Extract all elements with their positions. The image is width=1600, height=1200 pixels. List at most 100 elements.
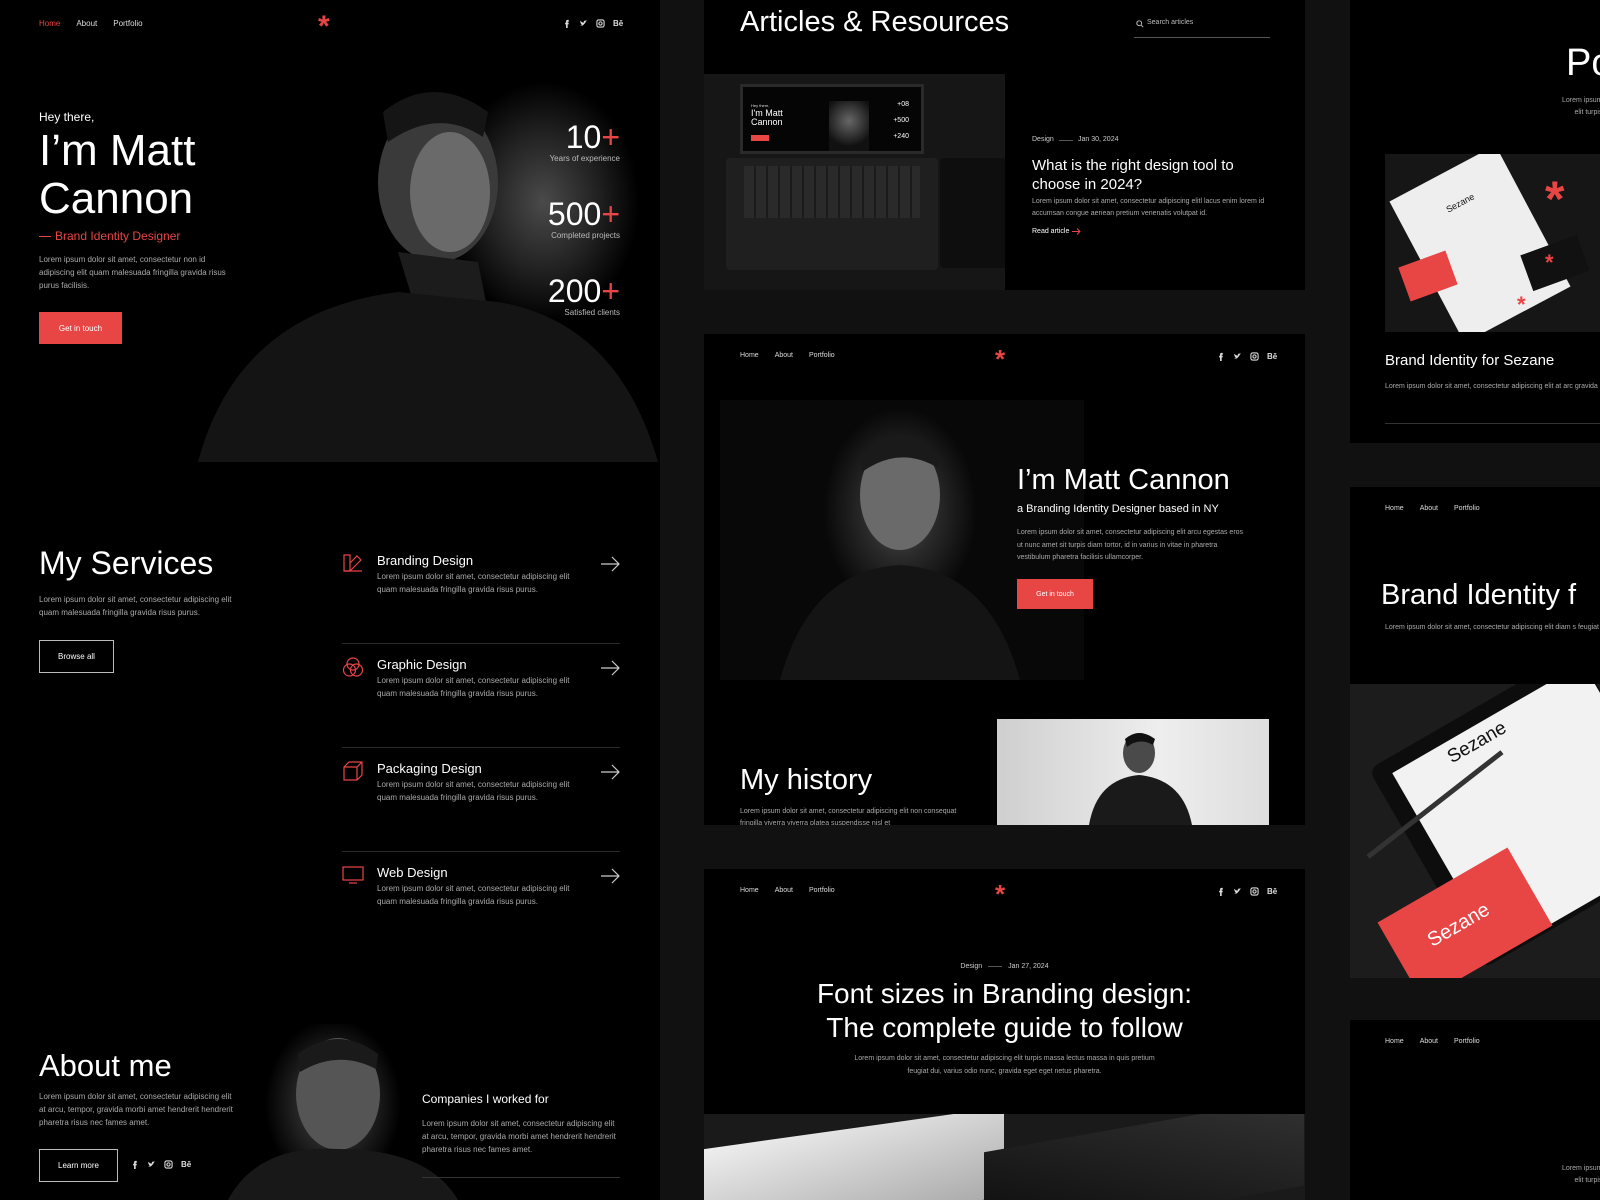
sezane-clipboard-image: Sezane Sezane [1350, 684, 1600, 978]
service-packaging[interactable]: Packaging Design Lorem ipsum dolor sit a… [342, 748, 620, 852]
search-box[interactable]: Search articles [1134, 16, 1270, 38]
article-page-tag: Design [960, 963, 983, 970]
articles-title: Articles & Resources [740, 6, 1010, 38]
behance-icon[interactable]: Bē [613, 19, 623, 28]
about-page-text: Lorem ipsum dolor sit amet, consectetur … [1017, 529, 1244, 561]
facebook-icon[interactable] [130, 1160, 139, 1169]
portrait-silhouette [198, 92, 658, 462]
twitter-icon[interactable] [147, 1160, 156, 1169]
home-nav: Home About Portfolio [39, 19, 143, 28]
arrow-right-icon[interactable] [600, 764, 620, 780]
instagram-icon[interactable] [596, 19, 605, 28]
nav-home[interactable]: Home [1385, 505, 1404, 512]
arrow-right-icon [1072, 228, 1082, 235]
sezane-card-title[interactable]: Brand Identity for Sezane [1385, 352, 1554, 369]
service-web[interactable]: Web Design Lorem ipsum dolor sit amet, c… [342, 852, 620, 956]
portfolio-title: Po [1566, 42, 1600, 84]
article-page-meta: Design Jan 27, 2024 [704, 963, 1305, 970]
case-study-title: Brand Identity f [1381, 579, 1577, 611]
case-study-text: Lorem ipsum dolor sit amet, consectetur … [1385, 624, 1600, 631]
about-page-nav: Home About Portfolio [740, 352, 835, 359]
article-page-title-line1: Font sizes in Branding design: [816, 978, 1193, 1009]
portfolio-intro: Lorem ipsum elit turpis [1562, 97, 1600, 116]
article-cover-laptop: Hey there, I'm Matt Cannon +08 +500 +240 [704, 74, 1005, 290]
behance-icon[interactable]: Bē [1267, 352, 1277, 361]
nav-home[interactable]: Home [740, 352, 759, 359]
instagram-icon[interactable] [1250, 352, 1259, 361]
behance-icon[interactable]: Bē [181, 1160, 191, 1169]
branding-icon [343, 554, 362, 572]
article-tag: Design [1032, 136, 1054, 143]
portfolio-panel: Po Lorem ipsum elit turpis Sezane * * * … [1350, 0, 1600, 443]
get-in-touch-button[interactable]: Get in touch [1017, 579, 1093, 609]
about-text: Lorem ipsum dolor sit amet, consectetur … [39, 1092, 233, 1127]
facebook-icon[interactable] [1216, 352, 1225, 361]
companies-title: Companies I worked for [422, 1092, 549, 1106]
case-study-panel: Home About Portfolio Brand Identity f Lo… [1350, 487, 1600, 978]
behance-icon[interactable]: Bē [1267, 887, 1277, 896]
article-page-panel: Home About Portfolio * Bē Design Jan 27,… [704, 869, 1305, 1200]
nav-portfolio[interactable]: Portfolio [1454, 1038, 1480, 1045]
stat-experience: 10+ Years of experience [549, 119, 620, 163]
nav-about[interactable]: About [1420, 505, 1438, 512]
nav-portfolio[interactable]: Portfolio [809, 887, 835, 894]
nav-about[interactable]: About [775, 887, 793, 894]
browse-all-button[interactable]: Browse all [39, 640, 114, 673]
about-page-subtitle: a Branding Identity Designer based in NY [1017, 503, 1219, 515]
bottom-panel-text: Lorem ipsum elit turpis [1562, 1165, 1600, 1184]
history-photo [997, 719, 1269, 825]
case-study-nav: Home About Portfolio [1385, 505, 1480, 512]
nav-portfolio[interactable]: Portfolio [809, 352, 835, 359]
facebook-icon[interactable] [562, 19, 571, 28]
article-page-cover [704, 1114, 1305, 1200]
instagram-icon[interactable] [164, 1160, 173, 1169]
hero-role: Brand Identity Designer [55, 229, 181, 243]
nav-home[interactable]: Home [740, 887, 759, 894]
asterisk-logo[interactable]: * [318, 12, 330, 42]
arrow-right-icon[interactable] [600, 556, 620, 572]
twitter-icon[interactable] [1233, 887, 1242, 896]
nav-about[interactable]: About [1420, 1038, 1438, 1045]
service-branding[interactable]: Branding Design Lorem ipsum dolor sit am… [342, 540, 620, 644]
history-text: Lorem ipsum dolor sit amet, consectetur … [740, 808, 957, 825]
arrow-right-icon[interactable] [600, 660, 620, 676]
stat-clients: 200+ Satisfied clients [547, 273, 620, 317]
asterisk-logo[interactable]: * [995, 879, 1005, 909]
asterisk-logo[interactable]: * [995, 344, 1005, 374]
hero-portrait-image [158, 52, 658, 462]
learn-more-button[interactable]: Learn more [39, 1149, 118, 1182]
sezane-stationery-image: Sezane * * * [1385, 154, 1600, 332]
monitor-icon [342, 866, 364, 884]
social-links: Bē [1216, 887, 1277, 896]
nav-about[interactable]: About [775, 352, 793, 359]
hero-role-dash [39, 236, 51, 237]
service-graphic[interactable]: Graphic Design Lorem ipsum dolor sit ame… [342, 644, 620, 748]
hero-intro: Lorem ipsum dolor sit amet, consectetur … [39, 255, 226, 290]
instagram-icon[interactable] [1250, 887, 1259, 896]
packaging-icon [343, 761, 363, 781]
history-silhouette [1089, 733, 1192, 825]
facebook-icon[interactable] [1216, 887, 1225, 896]
article-page-nav: Home About Portfolio [740, 887, 835, 894]
social-links: Bē [1216, 352, 1277, 361]
twitter-icon[interactable] [1233, 352, 1242, 361]
nav-portfolio[interactable]: Portfolio [113, 19, 142, 28]
read-article-link[interactable]: Read article [1032, 228, 1082, 235]
home-page-panel: Home About Portfolio * Bē Hey there, I’m… [0, 0, 660, 1200]
nav-about[interactable]: About [76, 19, 97, 28]
about-page-name: I’m Matt Cannon [1017, 464, 1230, 496]
twitter-icon[interactable] [579, 19, 588, 28]
companies-divider [422, 1177, 620, 1178]
nav-portfolio[interactable]: Portfolio [1454, 505, 1480, 512]
arrow-right-icon[interactable] [600, 868, 620, 884]
search-icon [1136, 20, 1144, 28]
get-in-touch-button[interactable]: Get in touch [39, 312, 122, 344]
nav-home[interactable]: Home [39, 19, 60, 28]
about-page-panel: Home About Portfolio * Bē I’m Matt Canno… [704, 334, 1305, 825]
about-title: About me [39, 1048, 172, 1083]
companies-text: Lorem ipsum dolor sit amet, consectetur … [422, 1119, 616, 1154]
hero-greeting: Hey there, [39, 110, 95, 124]
sezane-card-text: Lorem ipsum dolor sit amet, consectetur … [1385, 383, 1600, 390]
nav-home[interactable]: Home [1385, 1038, 1404, 1045]
article-headline[interactable]: What is the right design tool to choose … [1032, 156, 1272, 194]
